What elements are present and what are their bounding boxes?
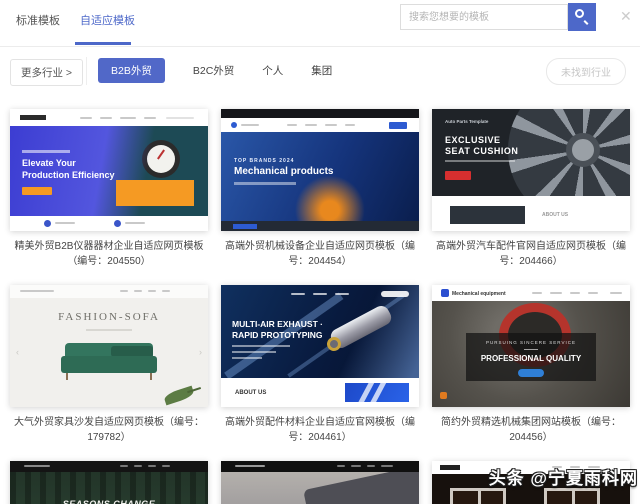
thumb-navbar: Mechanical equipment <box>432 285 630 301</box>
thumb-cta-button <box>518 369 544 377</box>
template-card-204550[interactable]: Elevate Your Production Efficiency 精美外贸B… <box>10 109 208 269</box>
thumb-about-label: ABOUT US <box>542 212 569 218</box>
thumb-hero-text: EXCLUSIVE <box>445 135 501 145</box>
thumb-hero-title: SEASONS CHANGE <box>62 499 156 504</box>
template-card-204466[interactable]: Auto Parts Template EXCLUSIVE SEAT CUSHI… <box>432 109 630 269</box>
search-icon <box>575 9 584 18</box>
thumb-orange-panel <box>116 180 194 206</box>
category-pills: B2B外贸 B2C外贸 个人 集团 <box>98 58 332 83</box>
template-thumbnail[interactable]: High Performance <box>221 461 419 504</box>
leaf-decoration <box>163 385 195 406</box>
category-personal[interactable]: 个人 <box>262 58 283 83</box>
thumb-footer: ABOUT US <box>221 378 419 407</box>
thumb-hero-kicker: TOP BRANDS 2024 <box>234 158 295 164</box>
thumb-hero-title: FASHION-SOFA <box>58 311 160 323</box>
thumb-footer <box>221 221 419 231</box>
template-grid: Elevate Your Production Efficiency 精美外贸B… <box>0 109 640 504</box>
thumb-navbar <box>10 285 208 298</box>
template-thumbnail[interactable]: TOP BRANDS 2024 Mechanical products <box>221 109 419 231</box>
thumb-hero-text: RAPID PROTOTYPING <box>232 330 323 340</box>
thumb-cta-button <box>445 171 471 180</box>
thumb-brand: Mechanical equipment <box>452 291 506 297</box>
category-b2b-foreign-trade[interactable]: B2B外贸 <box>98 58 165 83</box>
thumb-about-label: ABOUT US <box>235 390 267 396</box>
thumb-blue-panel <box>345 383 409 402</box>
thumb-cta-button <box>22 187 52 195</box>
thumb-navbar <box>10 109 208 126</box>
thumb-logo <box>440 465 460 470</box>
industry-not-found-hint: 未找到行业 <box>546 58 626 85</box>
vertical-divider <box>86 57 87 85</box>
thumb-hero-text: SEAT CUSHION <box>445 146 519 156</box>
thumb-navbar <box>221 461 419 472</box>
template-caption: 大气外贸家具沙发自适应网页模板（编号：179782） <box>14 417 204 443</box>
template-card-204456[interactable]: Mechanical equipment PURSUING SINCERE SE… <box>432 285 630 445</box>
template-caption: 高端外贸配件材料企业自适应官网模板（编号：204461） <box>225 417 415 443</box>
template-caption: 精美外贸B2B仪器器材企业自适应网页模板（编号：204550） <box>14 241 204 267</box>
search-button[interactable] <box>568 3 596 31</box>
thumb-hero-text: Elevate Your <box>22 158 76 168</box>
thumb-hero: MULTI-AIR EXHAUST · RAPID PROTOTYPING <box>221 285 419 380</box>
header: 标准模板 自适应模板 ✕ <box>0 0 640 47</box>
carousel-right-arrow: › <box>199 347 202 357</box>
thumb-logo <box>441 289 449 297</box>
thumb-hero-text: Production Efficiency <box>22 170 115 180</box>
thumb-hero-kicker: PURSUING SINCERE SERVICE <box>486 340 576 345</box>
thumb-overlay-panel: PURSUING SINCERE SERVICE PROFESSIONAL QU… <box>466 333 596 381</box>
template-thumbnail[interactable]: Elevate Your Production Efficiency <box>10 109 208 231</box>
thumb-hero: Auto Parts Template EXCLUSIVE SEAT CUSHI… <box>432 109 630 225</box>
thumb-hero-text: MULTI-AIR EXHAUST · <box>232 319 323 329</box>
template-card-car[interactable]: High Performance <box>221 461 419 504</box>
thumb-hero: PURSUING SINCERE SERVICE PROFESSIONAL QU… <box>432 301 630 407</box>
thumb-brand: Auto Parts Template <box>445 119 489 124</box>
close-icon[interactable]: ✕ <box>620 8 632 25</box>
thumb-navbar <box>10 461 208 472</box>
template-card-204461[interactable]: MULTI-AIR EXHAUST · RAPID PROTOTYPING AB… <box>221 285 419 445</box>
template-thumbnail[interactable]: FASHION-SOFA ‹ › <box>10 285 208 407</box>
sofa-back <box>65 343 153 357</box>
thumb-photo-strip <box>450 206 525 224</box>
filter-bar: 更多行业 > B2B外贸 B2C外贸 个人 集团 未找到行业 <box>0 55 640 93</box>
tab-adaptive-templates[interactable]: 自适应模板 <box>80 12 135 28</box>
chat-widget-icon <box>440 392 447 399</box>
thumb-hero: Elevate Your Production Efficiency <box>10 126 208 216</box>
thumb-hero-title: PROFESSIONAL QUALITY <box>480 354 582 363</box>
carousel-left-arrow: ‹ <box>16 347 19 357</box>
template-card-179782[interactable]: FASHION-SOFA ‹ › 大气外贸家具沙发自适应网页模板（编号：1797… <box>10 285 208 445</box>
thumb-footer <box>10 216 208 231</box>
template-card-forest[interactable]: SEASONS CHANGE <box>10 461 208 504</box>
toutiao-watermark: 头条 @宁夏雨科网 <box>488 469 638 488</box>
sofa-seat <box>61 356 157 373</box>
template-thumbnail[interactable]: Mechanical equipment PURSUING SINCERE SE… <box>432 285 630 407</box>
thumb-footer: ABOUT US <box>432 196 630 231</box>
thumb-hero: TOP BRANDS 2024 Mechanical products <box>221 132 419 221</box>
thumb-search-pill <box>381 291 409 297</box>
template-thumbnail[interactable]: SEASONS CHANGE <box>10 461 208 504</box>
template-caption: 高端外贸机械设备企业自适应网页模板（编号：204454） <box>225 241 415 267</box>
template-caption: 简约外贸精选机械集团网站模板（编号：204456） <box>441 417 621 443</box>
thumb-topbar <box>221 109 419 118</box>
category-group[interactable]: 集团 <box>311 58 332 83</box>
template-card-204454[interactable]: TOP BRANDS 2024 Mechanical products 高端外贸… <box>221 109 419 269</box>
active-tab-underline <box>75 42 131 45</box>
template-thumbnail[interactable]: Auto Parts Template EXCLUSIVE SEAT CUSHI… <box>432 109 630 231</box>
category-b2c-foreign-trade[interactable]: B2C外贸 <box>193 58 234 83</box>
thumb-logo <box>20 115 46 120</box>
thumb-hero <box>221 463 419 504</box>
template-caption: 高端外贸汽车配件官网自适应网页模板（编号：204466） <box>436 241 626 267</box>
thumb-hero-title: Mechanical products <box>234 166 334 177</box>
thumb-navbar <box>221 118 419 132</box>
tab-standard-templates[interactable]: 标准模板 <box>16 12 60 28</box>
search-input[interactable] <box>400 4 568 30</box>
more-industries-button[interactable]: 更多行业 > <box>10 59 84 86</box>
template-thumbnail[interactable]: MULTI-AIR EXHAUST · RAPID PROTOTYPING AB… <box>221 285 419 407</box>
